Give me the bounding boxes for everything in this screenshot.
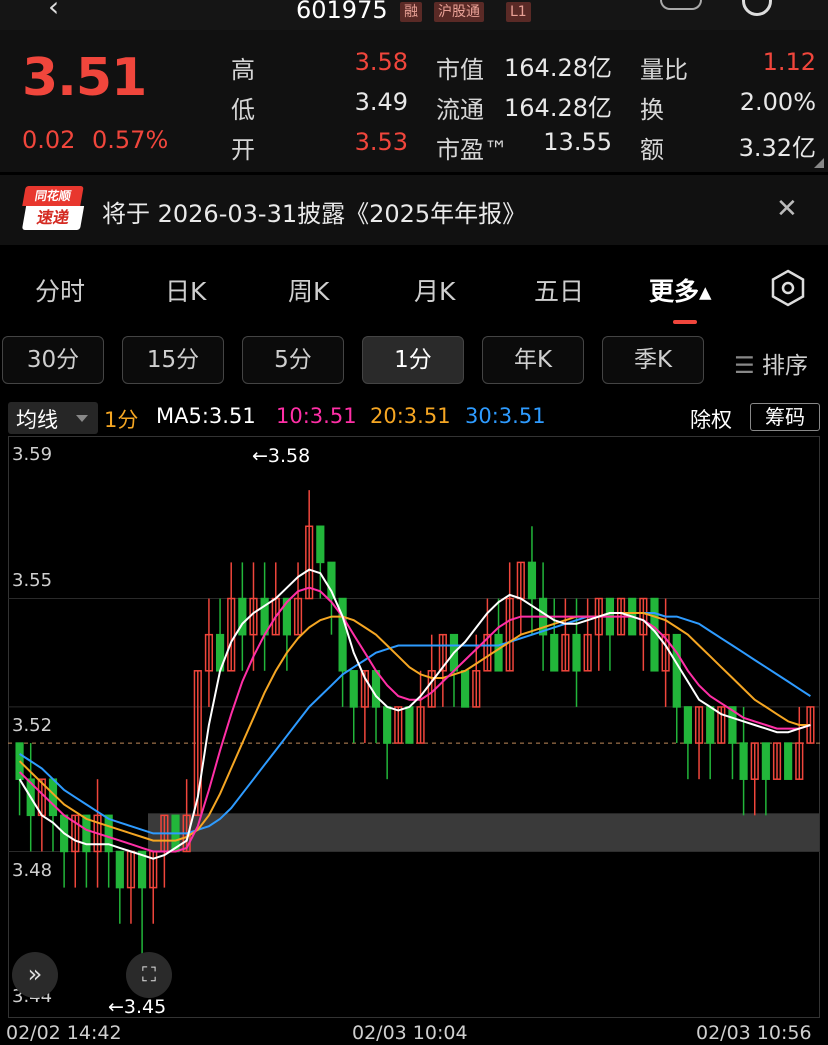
expand-corner-icon[interactable] xyxy=(814,158,824,168)
dropdown-caret-icon[interactable] xyxy=(76,415,88,422)
period-30min-button[interactable]: 30分 xyxy=(2,336,104,384)
high-label: 高 xyxy=(231,56,255,84)
vol-ratio-value: 1.12 xyxy=(762,48,816,76)
settings-hexagon-icon[interactable] xyxy=(768,268,808,308)
kline-chart[interactable] xyxy=(8,436,820,1018)
period-yearly-k-button[interactable]: 年K xyxy=(482,336,584,384)
candle-body xyxy=(316,525,325,564)
active-tab-indicator xyxy=(673,320,697,324)
current-price: 3.51 xyxy=(22,48,147,108)
level-tag: L1 xyxy=(506,2,531,22)
tab-more[interactable]: 更多▴ xyxy=(649,272,712,308)
float-value: 164.28亿 xyxy=(504,94,612,122)
stock-code: 601975 xyxy=(296,0,388,24)
min-price-label: ←3.45 xyxy=(108,996,167,1018)
fullscreen-icon[interactable]: ⛶ xyxy=(126,952,172,998)
candle-body xyxy=(683,706,692,744)
date-label: 02/03 10:04 xyxy=(352,1022,468,1044)
period-15min-button[interactable]: 15分 xyxy=(122,336,224,384)
fast-forward-icon[interactable]: » xyxy=(12,952,58,998)
turnover-value: 2.00% xyxy=(739,88,816,116)
indicator-type[interactable]: 均线 xyxy=(16,404,58,434)
list-icon: ☰ xyxy=(734,353,762,379)
candle-body xyxy=(461,670,470,708)
candle-body xyxy=(494,633,503,672)
tab-monthly-k[interactable]: 月K xyxy=(414,272,455,308)
ma20-value: 20:3.51 xyxy=(370,404,451,428)
period-quarterly-k-button[interactable]: 季K xyxy=(602,336,704,384)
vol-ratio-label: 量比 xyxy=(640,56,688,84)
max-price-label: ←3.58 xyxy=(252,445,311,467)
ma30-value: 30:3.51 xyxy=(465,404,546,428)
period-5min-button[interactable]: 5分 xyxy=(242,336,344,384)
candle-body xyxy=(82,814,91,853)
amount-value: 3.32亿 xyxy=(738,134,816,162)
candle-body xyxy=(104,814,113,853)
y-tick-label: 3.55 xyxy=(12,570,53,591)
price-change-pct: 0.57% xyxy=(92,126,169,154)
sort-button[interactable]: ☰ 排序 xyxy=(734,346,808,380)
y-tick-label: 3.59 xyxy=(12,444,53,465)
turnover-label: 换 xyxy=(640,96,664,124)
candle-body xyxy=(550,633,559,672)
candle-body xyxy=(115,850,124,889)
float-label: 流通 xyxy=(436,96,484,124)
y-tick-label: 3.48 xyxy=(12,860,53,881)
period-1min-button[interactable]: 1分 xyxy=(362,336,464,384)
amount-label: 额 xyxy=(640,136,664,164)
candle-body xyxy=(349,670,358,708)
price-change: 0.02 xyxy=(22,126,76,154)
candle-body xyxy=(739,742,748,780)
y-tick-label: 3.52 xyxy=(12,715,53,736)
candle-body xyxy=(784,742,793,780)
chart-frame xyxy=(8,436,820,1018)
open-label: 开 xyxy=(231,136,255,164)
avatar-icon[interactable] xyxy=(660,0,702,10)
exright-button[interactable]: 除权 xyxy=(690,404,732,434)
tab-daily-k[interactable]: 日K xyxy=(165,272,206,308)
price-band xyxy=(148,813,819,852)
tab-intraday[interactable]: 分时 xyxy=(35,272,85,308)
candle-body xyxy=(706,706,715,744)
candle-body xyxy=(672,633,681,708)
indicator-period: 1分 xyxy=(104,408,139,432)
mcap-value: 164.28亿 xyxy=(504,54,612,82)
news-text[interactable]: 将于 2026-03-31披露《2025年年报》 xyxy=(102,194,526,229)
low-value: 3.49 xyxy=(354,88,408,116)
low-label: 低 xyxy=(231,96,255,124)
ma5-value: MA5:3.51 xyxy=(156,404,256,428)
candle-body xyxy=(405,706,414,744)
open-value: 3.53 xyxy=(354,128,408,156)
margin-tag: 融 xyxy=(400,2,422,22)
date-label: 02/03 10:56 xyxy=(696,1022,812,1044)
candle-body xyxy=(371,670,381,708)
pe-label: 市盈™ xyxy=(436,136,508,164)
mcap-label: 市值 xyxy=(436,56,484,84)
pe-value: 13.55 xyxy=(543,128,612,156)
high-value: 3.58 xyxy=(354,48,408,76)
connect-tag: 沪股通 xyxy=(434,2,484,22)
tab-five-day[interactable]: 五日 xyxy=(534,272,584,308)
tab-weekly-k[interactable]: 周K xyxy=(288,272,329,308)
date-label: 02/02 14:42 xyxy=(6,1022,122,1044)
chips-button[interactable]: 筹码 xyxy=(750,403,820,431)
candle-body xyxy=(383,706,392,744)
candle-body xyxy=(572,633,581,672)
ths-logo: 同花顺 速递 xyxy=(21,186,85,232)
candle-body xyxy=(527,561,537,600)
ma10-value: 10:3.51 xyxy=(276,404,357,428)
close-icon[interactable]: ✕ xyxy=(776,194,798,224)
back-icon[interactable]: ‹ xyxy=(48,0,59,23)
candle-body xyxy=(761,742,770,780)
